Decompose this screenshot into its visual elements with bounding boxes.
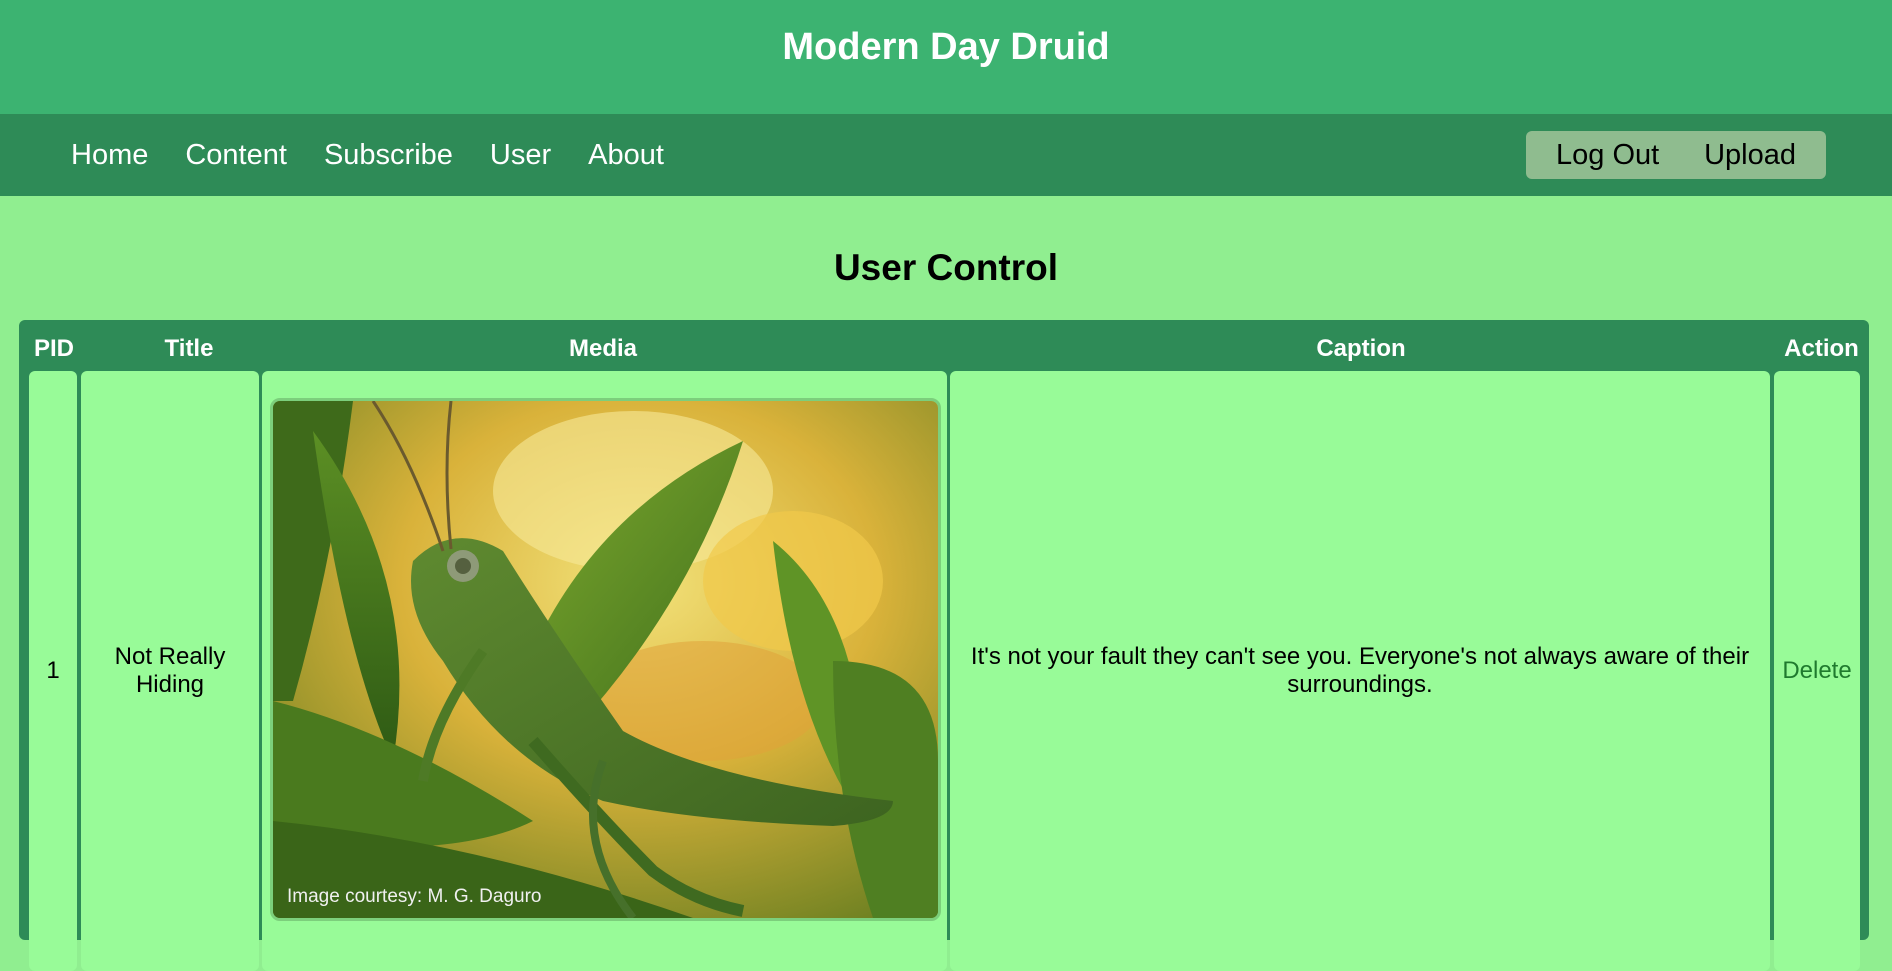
site-title: Modern Day Druid [782,25,1110,68]
grasshopper-photo [273,401,938,918]
media-cell: Image courtesy: M. G. Daguro [262,371,947,971]
post-caption: It's not your fault they can't see you. … [970,643,1750,698]
column-header-pid: PID [33,335,74,362]
nav-home-link[interactable]: Home [71,139,148,172]
title-cell: Not Really Hiding [81,371,259,971]
delete-button[interactable]: Delete [1782,657,1851,685]
nav-content-link[interactable]: Content [185,139,287,172]
post-image: Image courtesy: M. G. Daguro [270,398,941,921]
page-title: User Control [833,247,1059,288]
nav-links: Home Content Subscribe User About [71,139,664,172]
table-header: PID Title Media Caption Action [19,320,1869,372]
pid-cell: 1 [29,371,77,971]
navbar: Home Content Subscribe User About Log Ou… [0,114,1892,196]
user-control-table: PID Title Media Caption Action 1 Not Rea… [19,320,1869,971]
nav-user-link[interactable]: User [490,139,551,172]
caption-cell: It's not your fault they can't see you. … [950,371,1770,971]
column-header-media: Media [568,335,637,362]
column-header-action: Action [1784,335,1859,362]
pid-value: 1 [46,657,60,684]
upload-button[interactable]: Upload [1704,139,1796,172]
site-header: Modern Day Druid [0,0,1892,114]
logout-button[interactable]: Log Out [1556,139,1659,172]
image-credit: Image courtesy: M. G. Daguro [287,886,542,907]
nav-about-link[interactable]: About [588,139,664,172]
action-cell: Delete [1774,371,1860,971]
post-title: Not Really Hiding [114,643,226,698]
account-actions: Log Out Upload [1526,131,1826,179]
column-header-caption: Caption [1316,335,1406,362]
nav-subscribe-link[interactable]: Subscribe [324,139,453,172]
